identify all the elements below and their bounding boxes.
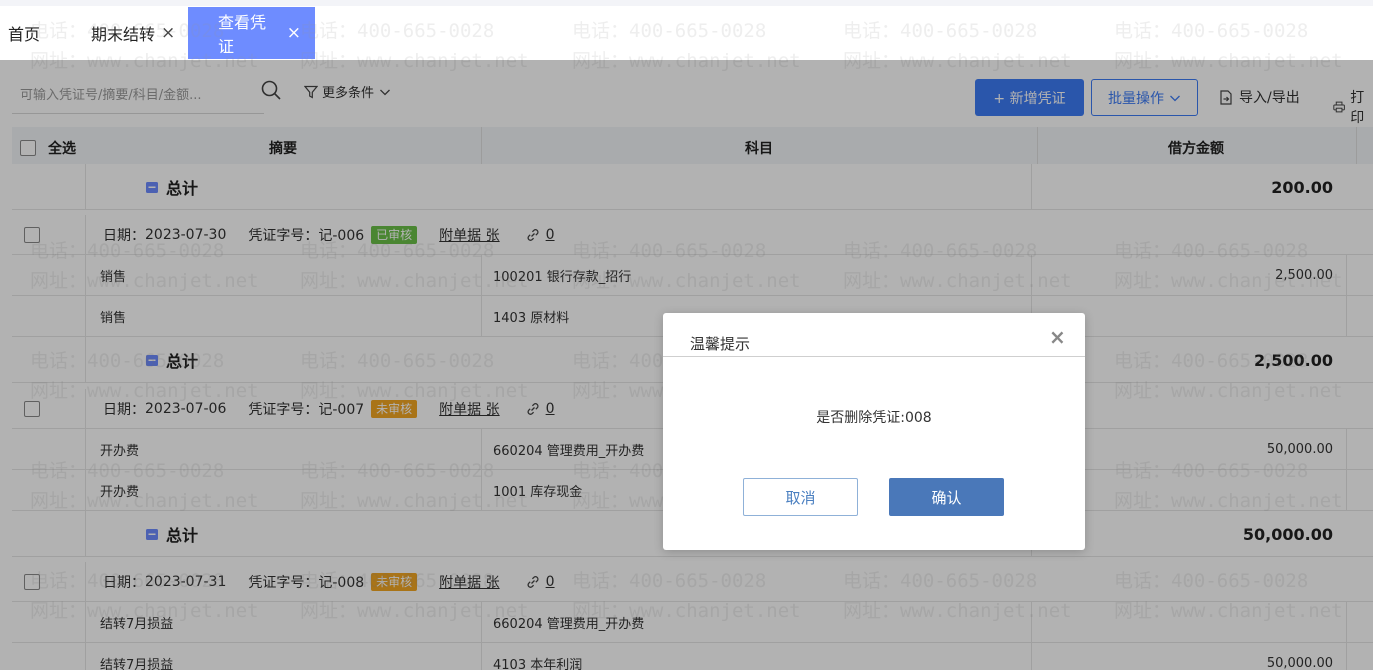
tab-period-end[interactable]: 期末结转 × xyxy=(91,7,175,59)
delete-confirm-dialog: 温馨提示 × 是否删除凭证:008 取消 确认 xyxy=(663,313,1085,550)
dialog-message: 是否删除凭证:008 xyxy=(816,410,932,426)
close-icon[interactable]: × xyxy=(161,23,175,43)
dialog-title: 温馨提示 xyxy=(690,335,751,353)
tab-bar: 首页 期末结转 × 查看凭证 × xyxy=(0,6,1373,60)
tab-home[interactable]: 首页 xyxy=(8,7,40,59)
confirm-button[interactable]: 确认 xyxy=(889,478,1004,516)
tab-period-end-label: 期末结转 xyxy=(91,25,156,44)
close-icon[interactable]: × xyxy=(287,23,301,43)
dialog-divider xyxy=(663,356,1085,357)
tab-view-voucher-label: 查看凭证 xyxy=(218,13,267,56)
cancel-button[interactable]: 取消 xyxy=(743,478,858,516)
tab-home-label: 首页 xyxy=(8,25,41,44)
tab-view-voucher[interactable]: 查看凭证 × xyxy=(188,7,315,59)
close-icon[interactable]: × xyxy=(1049,325,1066,349)
